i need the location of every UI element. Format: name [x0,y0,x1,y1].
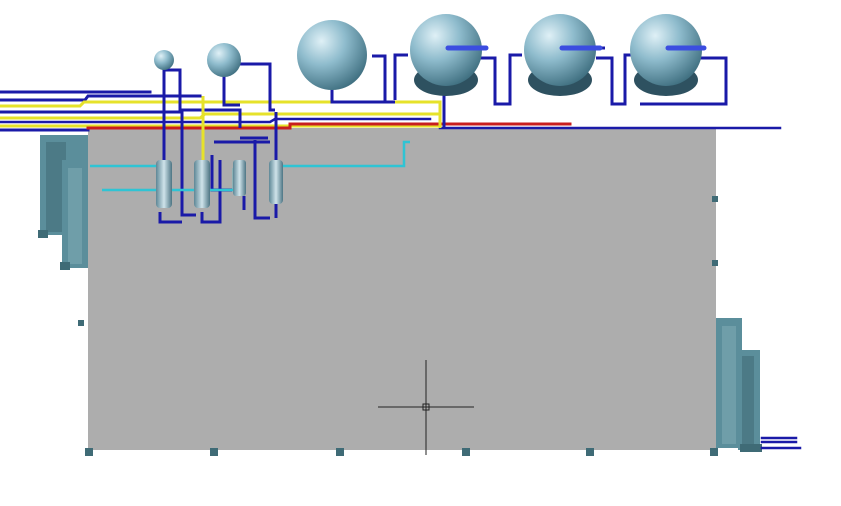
column-2 [194,160,210,208]
plant-model-drawing [0,14,802,456]
spherical-vessel-1 [154,50,174,70]
spherical-vessel-6 [630,14,702,96]
spherical-vessel-4 [410,14,482,96]
left-steel-structure [38,135,90,270]
spherical-vessel-2 [207,43,241,77]
spherical-vessel-3 [297,20,367,90]
column-1 [156,160,172,208]
column-3 [233,160,246,196]
spherical-vessel-5 [524,14,596,96]
column-4 [269,160,283,204]
right-steel-structure [716,318,762,452]
cad-3d-viewport[interactable] [0,0,841,506]
